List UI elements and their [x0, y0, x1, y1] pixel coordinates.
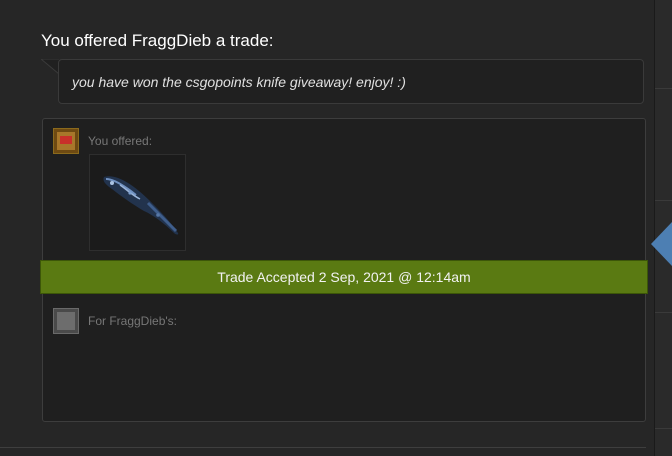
trade-message: you have won the csgopoints knife giveaw…: [72, 74, 406, 90]
divider: [655, 200, 672, 201]
previous-arrow-icon[interactable]: [651, 222, 672, 266]
divider: [0, 447, 646, 448]
you-offered-label: You offered:: [88, 134, 153, 148]
offered-item-slot[interactable]: [89, 154, 186, 251]
for-partner-label: For FraggDieb's:: [88, 314, 177, 328]
knife-icon: [103, 176, 179, 235]
trade-status-banner: Trade Accepted 2 Sep, 2021 @ 12:14am: [40, 260, 648, 294]
partner-avatar[interactable]: [53, 308, 79, 334]
trade-status-text: Trade Accepted 2 Sep, 2021 @ 12:14am: [217, 269, 471, 285]
trade-headline: You offered FraggDieb a trade:: [41, 31, 274, 50]
divider: [655, 88, 672, 89]
divider: [655, 428, 672, 429]
your-avatar[interactable]: [53, 128, 79, 154]
trade-message-bubble: you have won the csgopoints knife giveaw…: [58, 59, 644, 104]
divider: [655, 312, 672, 313]
